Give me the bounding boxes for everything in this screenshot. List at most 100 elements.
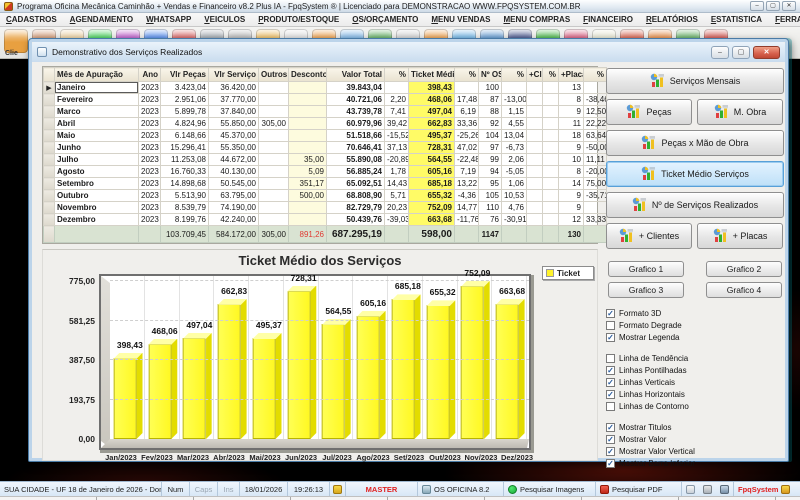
table-row[interactable]: Junho202315.296,4155.350,0070.646,4137,1… (44, 142, 607, 154)
col-header-valor-total-6[interactable]: Valor Total (327, 68, 385, 82)
col-header--15[interactable]: % (584, 68, 607, 82)
checkbox-mostrar-barra-inferior[interactable]: ✓Mostrar Barra Inferior (606, 458, 784, 469)
chart-bar[interactable] (461, 286, 484, 439)
button-pe-as[interactable]: Peças (606, 99, 692, 125)
table-row[interactable]: Abril20234.824,9655.850,00305,0060.979,9… (44, 118, 607, 130)
window-minimize-button[interactable]: ‒ (711, 46, 729, 59)
checkbox-mostrar-valor[interactable]: ✓Mostrar Valor (606, 434, 784, 445)
button-grafico-4[interactable]: Grafico 4 (706, 282, 782, 298)
chart-bar[interactable] (148, 344, 171, 439)
checkbox-box[interactable]: ✓ (606, 366, 615, 375)
col-header-desconto-5[interactable]: Desconto (289, 68, 327, 82)
window-titlebar[interactable]: Demonstrativo dos Serviços Realizados ‒ … (32, 42, 785, 62)
checkbox-box[interactable]: ✓ (606, 447, 615, 456)
menu-item-menu-compras[interactable]: MENU COMPRAS (503, 15, 570, 24)
table-row[interactable]: ▶Janeiro20233.423,0436.420,0039.843,0439… (44, 82, 607, 94)
button-grafico-2[interactable]: Grafico 2 (706, 261, 782, 277)
col-header-ano-1[interactable]: Ano (139, 68, 161, 82)
computer-icon[interactable] (720, 485, 729, 494)
checkbox-linha-de-tend-ncia[interactable]: Linha de Tendência (606, 353, 784, 364)
col-header-placa-14[interactable]: +Placa (559, 68, 584, 82)
button-grafico-1[interactable]: Grafico 1 (608, 261, 684, 277)
checkbox-linhas-horizontais[interactable]: ✓Linhas Horizontais (606, 389, 784, 400)
menu-item-whatsapp[interactable]: WHATSAPP (146, 15, 191, 24)
chart-bar[interactable] (496, 304, 519, 439)
search-images-button[interactable]: Pesquisar Imagens (504, 482, 596, 496)
button-servi-os-mensais[interactable]: Serviços Mensais (606, 68, 784, 94)
checkbox-box[interactable] (606, 402, 615, 411)
checkbox-formato-degrade[interactable]: Formato Degrade (606, 320, 784, 331)
cell (584, 202, 607, 214)
menu-item-relat-rios[interactable]: RELATÓRIOS (646, 15, 698, 24)
chart-bar[interactable] (322, 324, 345, 439)
menu-item-os-or-amento[interactable]: OS/ORÇAMENTO (352, 15, 418, 24)
table-row[interactable]: Novembro20238.539,7974.190,0082.729,7920… (44, 202, 607, 214)
printer-icon[interactable] (703, 485, 712, 494)
chart-bar[interactable] (426, 305, 449, 439)
table-row[interactable]: Setembro202314.898,6850.545,00351,1765.0… (44, 178, 607, 190)
checkbox-formato-3d[interactable]: ✓Formato 3D (606, 308, 784, 319)
table-row[interactable]: Dezembro20238.199,7642.240,0050.439,76-3… (44, 214, 607, 226)
col-header--13[interactable]: % (543, 68, 559, 82)
button-grafico-3[interactable]: Grafico 3 (608, 282, 684, 298)
chart-panel: Ticket Médio dos Serviços 398,43468,0649… (42, 249, 598, 461)
checkbox-linhas-de-contorno[interactable]: Linhas de Contorno (606, 401, 784, 412)
col-header-vlr-servi-o-3[interactable]: Vlr Serviço (209, 68, 259, 82)
checkbox-mostrar-titulos[interactable]: ✓Mostrar Titulos (606, 422, 784, 433)
col-header-n-os-10[interactable]: Nº OS (479, 68, 502, 82)
table-row[interactable]: Marco20235.899,7837.840,0043.739,787,414… (44, 106, 607, 118)
col-header--9[interactable]: % (455, 68, 479, 82)
menu-item-estatistica[interactable]: ESTATISTICA (711, 15, 762, 24)
col-header--11[interactable]: % (502, 68, 527, 82)
button-m-obra[interactable]: M. Obra (697, 99, 783, 125)
button-clientes[interactable]: + Clientes (606, 223, 692, 249)
col-header-outros-4[interactable]: Outros (259, 68, 289, 82)
cell: 15.296,41 (161, 142, 209, 154)
checkbox-box[interactable]: ✓ (606, 309, 615, 318)
checkbox-box[interactable] (606, 321, 615, 330)
menu-item-menu-vendas[interactable]: MENU VENDAS (431, 15, 490, 24)
menu-item-ferramentas[interactable]: FERRAMENTAS (775, 15, 800, 24)
col-header-m-s-de-apura-o-0[interactable]: Mês de Apuração (55, 68, 139, 82)
menu-item-cadastros[interactable]: CADASTROS (6, 15, 57, 24)
checkbox-linhas-verticais[interactable]: ✓Linhas Verticais (606, 377, 784, 388)
checkbox-linhas-pontilhadas[interactable]: ✓Linhas Pontilhadas (606, 365, 784, 376)
col-header--7[interactable]: % (385, 68, 409, 82)
col-header-vlr-pe-as-2[interactable]: Vlr Peças (161, 68, 209, 82)
menu-item-financeiro[interactable]: FINANCEIRO (583, 15, 633, 24)
window-maximize-button[interactable]: ▢ (732, 46, 750, 59)
button-pe-as-x-m-o-de-obra[interactable]: Peças x Mão de Obra (606, 130, 784, 156)
checkbox-box[interactable]: ✓ (606, 435, 615, 444)
checkbox-mostrar-legenda[interactable]: ✓Mostrar Legenda (606, 332, 784, 343)
chart-bar[interactable] (357, 316, 380, 439)
window-close-button[interactable]: ✕ (753, 46, 780, 59)
table-row[interactable]: Outubro20235.513,9063.795,00500,0068.808… (44, 190, 607, 202)
notebook-icon[interactable] (686, 485, 695, 494)
table-row[interactable]: Julho202311.253,0844.672,0035,0055.890,0… (44, 154, 607, 166)
checkbox-box[interactable]: ✓ (606, 423, 615, 432)
app-close-button[interactable]: ✕ (782, 1, 796, 11)
table-row[interactable]: Agosto202316.760,3340.130,005,0956.885,2… (44, 166, 607, 178)
checkbox-box[interactable]: ✓ (606, 333, 615, 342)
button-placas[interactable]: + Placas (697, 223, 783, 249)
checkbox-box[interactable]: ✓ (606, 390, 615, 399)
chart-bar[interactable] (287, 291, 310, 439)
menu-item-agendamento[interactable]: AGENDAMENTO (70, 15, 133, 24)
col-header-ticket-m-dio-8[interactable]: Ticket Médio (409, 68, 455, 82)
checkbox-mostrar-valor-vertical[interactable]: ✓Mostrar Valor Vertical (606, 446, 784, 457)
app-maximize-button[interactable]: ▢ (766, 1, 780, 11)
button-ticket-m-dio-servi-os[interactable]: Ticket Médio Serviços (606, 161, 784, 187)
checkbox-box[interactable] (606, 354, 615, 363)
table-row[interactable]: Maio20236.148,6645.370,0051.518,66-15,52… (44, 130, 607, 142)
checkbox-box[interactable]: ✓ (606, 378, 615, 387)
chart-bar[interactable] (183, 338, 206, 439)
app-minimize-button[interactable]: ‒ (750, 1, 764, 11)
button-n-de-servi-os-realizados[interactable]: Nº de Serviços Realizados (606, 192, 784, 218)
search-pdf-button[interactable]: Pesquisar PDF (596, 482, 682, 496)
chart-bar[interactable] (253, 338, 276, 439)
menu-item-veiculos[interactable]: VEICULOS (204, 15, 245, 24)
checkbox-box[interactable]: ✓ (606, 459, 615, 468)
menu-item-produto-estoque[interactable]: PRODUTO/ESTOQUE (258, 15, 339, 24)
table-row[interactable]: Fevereiro20232.951,0637.770,0040.721,062… (44, 94, 607, 106)
col-header-cli-12[interactable]: +Cli (527, 68, 543, 82)
